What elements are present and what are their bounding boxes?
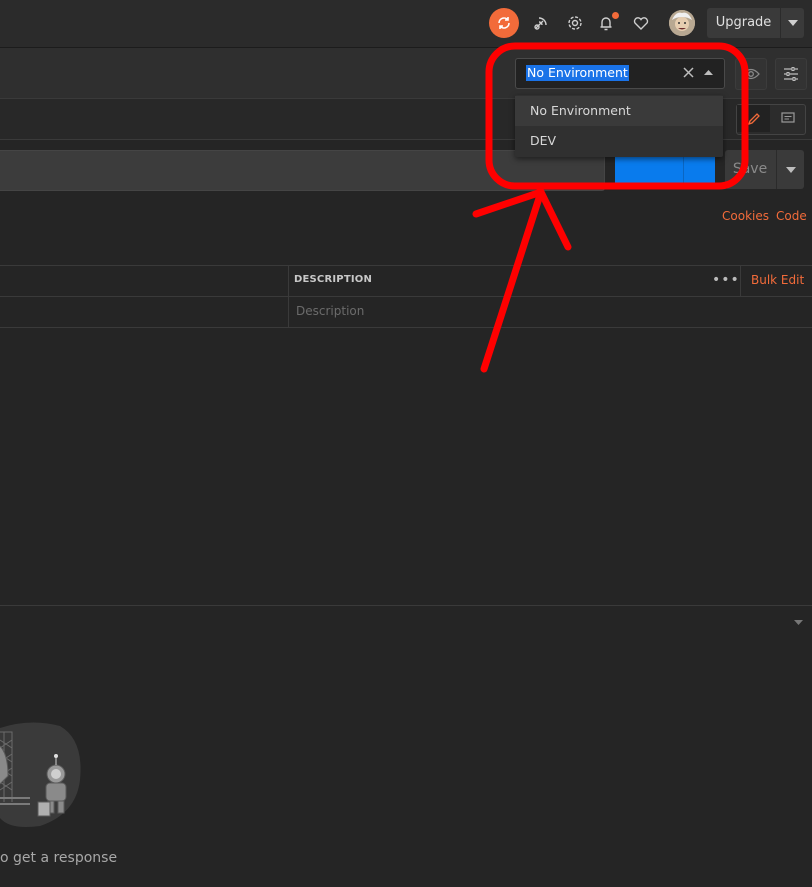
chevron-down-icon[interactable] — [792, 617, 804, 627]
eye-icon[interactable] — [735, 58, 767, 90]
table-divider — [0, 265, 812, 266]
close-icon[interactable] — [681, 65, 695, 79]
environment-select-value[interactable]: No Environment — [526, 65, 629, 81]
heart-icon[interactable] — [630, 12, 652, 34]
satellite-icon[interactable] — [530, 12, 552, 34]
environment-option[interactable]: DEV — [515, 126, 723, 156]
sync-icon[interactable] — [489, 8, 519, 38]
chevron-down-icon[interactable] — [777, 150, 804, 189]
url-input[interactable] — [0, 150, 605, 191]
cookies-link[interactable]: Cookies — [722, 209, 769, 223]
code-link[interactable]: Code — [776, 209, 807, 223]
response-divider — [0, 605, 812, 606]
comment-icon[interactable] — [771, 105, 804, 132]
description-input[interactable]: Description — [296, 304, 364, 318]
bulk-edit-link[interactable]: Bulk Edit — [751, 273, 804, 287]
astronaut-illustration — [0, 722, 81, 827]
more-options-icon[interactable]: ••• — [712, 272, 740, 288]
avatar[interactable] — [669, 10, 695, 36]
chevron-down-icon[interactable] — [781, 8, 804, 38]
column-divider — [288, 266, 289, 327]
arrow-shaft — [480, 188, 545, 373]
column-header-description: DESCRIPTION — [294, 274, 373, 285]
notification-dot — [612, 12, 619, 19]
sliders-icon[interactable] — [775, 58, 807, 90]
table-divider — [0, 296, 812, 297]
upgrade-label[interactable]: Upgrade — [707, 8, 780, 38]
environment-option[interactable]: No Environment — [515, 96, 723, 126]
column-divider — [740, 266, 741, 296]
save-label[interactable]: Save — [725, 150, 775, 189]
pencil-icon[interactable] — [737, 105, 770, 132]
table-divider — [0, 327, 812, 328]
gear-icon[interactable] — [564, 12, 586, 34]
arrow-head — [472, 188, 572, 251]
chevron-up-icon[interactable] — [703, 68, 713, 76]
response-hint: o get a response — [0, 850, 118, 866]
